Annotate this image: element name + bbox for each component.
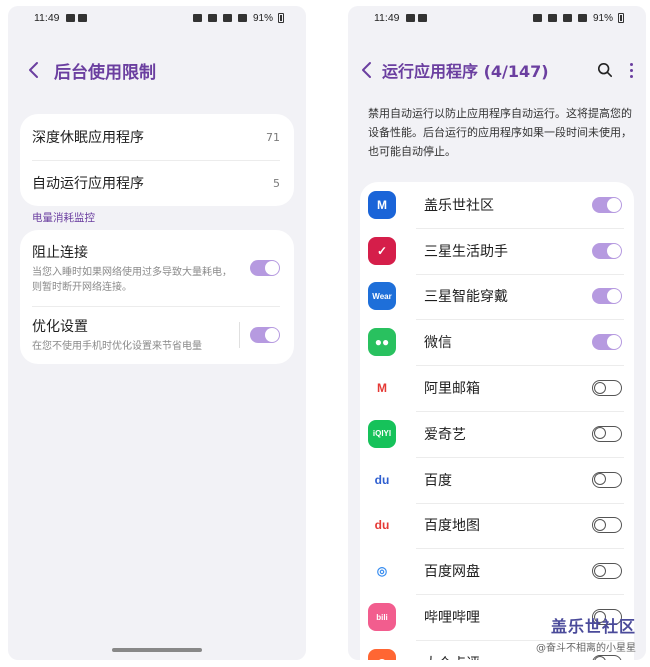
search-icon[interactable]	[596, 61, 614, 79]
alarm-icon	[547, 14, 557, 22]
galaxy-wearable-icon: Wear	[368, 282, 396, 311]
auto-run-toggle[interactable]	[592, 563, 622, 580]
bilibili-icon: bili	[368, 603, 396, 632]
baidu-netdisk-icon: ◎	[368, 557, 396, 586]
message-icon	[192, 14, 202, 22]
more-options-icon[interactable]	[624, 61, 638, 79]
app-row[interactable]: ✓ 三星生活助手	[360, 227, 634, 274]
app-row[interactable]: du 百度地图	[360, 502, 634, 549]
app-name: 百度网盘	[424, 564, 480, 581]
auto-run-toggle[interactable]	[592, 380, 622, 397]
auto-run-toggle[interactable]	[592, 654, 622, 660]
item-label: 阻止连接	[32, 244, 88, 261]
app-row[interactable]: Wear 三星智能穿戴	[360, 273, 634, 320]
app-name: 百度	[424, 472, 452, 489]
item-label: 优化设置	[32, 319, 88, 335]
image-notification-icon	[77, 14, 87, 22]
list-item-optimize-settings[interactable]: 优化设置 在您不使用手机时优化设置来节省电量	[20, 306, 294, 364]
auto-run-toggle[interactable]	[592, 425, 622, 442]
app-row[interactable]: M 盖乐世社区	[360, 182, 634, 228]
auto-run-toggle[interactable]	[592, 471, 622, 488]
watermark: 盖乐世社区 @奋斗不相离的小星星	[536, 613, 636, 654]
alarm-icon	[207, 14, 217, 22]
optimize-settings-toggle[interactable]	[250, 327, 280, 343]
app-name: 百度地图	[424, 518, 480, 535]
page-title: 运行应用程序 (4/147)	[382, 62, 549, 81]
battery-icon	[278, 13, 284, 23]
phone-right-screen: 11:49 91% 运行应用程序 (4/147) 禁用自动运行以防止应用程序自动…	[348, 6, 646, 660]
app-name: 三星生活助手	[424, 243, 508, 260]
app-category-card: 深度休眠应用程序 71 自动运行应用程序 5	[20, 114, 294, 206]
block-connection-toggle[interactable]	[250, 260, 280, 276]
galaxy-community-icon: M	[368, 190, 396, 219]
status-time: 11:49	[34, 12, 60, 24]
auto-run-toggle[interactable]	[592, 196, 622, 213]
back-arrow-icon[interactable]	[352, 50, 382, 90]
app-name: 爱奇艺	[424, 426, 466, 443]
page-title: 后台使用限制	[54, 62, 156, 83]
iqiyi-icon: iQIYI	[368, 419, 396, 448]
app-name: 阿里邮箱	[424, 381, 480, 398]
hotspot-icon	[562, 14, 572, 22]
message-icon	[532, 14, 542, 22]
baidu-map-icon: du	[368, 511, 396, 540]
image-notification-icon	[417, 14, 427, 22]
item-description: 当您入睡时如果网络使用过多导致大量耗电，则暂时断开网络连接。	[32, 266, 232, 293]
item-count: 71	[266, 130, 280, 144]
app-list: M 盖乐世社区 ✓ 三星生活助手 Wear 三星智能穿戴 ●● 微信 M 阿里邮箱 iQIYI 爱奇艺…	[360, 182, 634, 660]
back-arrow-icon[interactable]	[14, 50, 54, 90]
battery-percent: 91%	[592, 12, 613, 24]
app-name: 盖乐世社区	[424, 197, 494, 214]
watermark-subtitle: @奋斗不相离的小星星	[536, 643, 636, 654]
app-name: 微信	[424, 335, 452, 352]
item-description: 在您不使用手机时优化设置来节省电量	[32, 341, 202, 352]
battery-icon	[618, 13, 624, 23]
auto-run-toggle[interactable]	[592, 242, 622, 259]
home-indicator[interactable]	[112, 648, 202, 652]
status-bar: 11:49 91%	[8, 6, 306, 30]
item-count: 5	[273, 176, 280, 190]
phone-left-screen: 11:49 91% 后台使用限制 深度休眠应用程序 71 自动运行应用程序 5 …	[8, 6, 306, 660]
auto-run-toggle[interactable]	[592, 288, 622, 305]
status-time: 11:49	[374, 12, 400, 24]
header: 运行应用程序 (4/147)	[348, 50, 646, 90]
status-bar: 11:49 91%	[348, 6, 646, 30]
app-row[interactable]: M 阿里邮箱	[360, 365, 634, 411]
app-row[interactable]: iQIYI 爱奇艺	[360, 410, 634, 457]
notification-icon	[65, 14, 75, 22]
auto-run-toggle[interactable]	[592, 334, 622, 351]
signal-icon	[577, 14, 587, 22]
list-item-deep-sleep[interactable]: 深度休眠应用程序 71	[20, 114, 294, 160]
section-header: 电量消耗监控	[32, 212, 95, 224]
signal-icon	[237, 14, 247, 22]
battery-percent: 91%	[252, 12, 273, 24]
ali-mail-icon: M	[368, 374, 396, 403]
list-item-block-connection[interactable]: 阻止连接 当您入睡时如果网络使用过多导致大量耗电，则暂时断开网络连接。	[20, 230, 294, 306]
samsung-life-icon: ✓	[368, 236, 396, 265]
divider	[239, 322, 240, 348]
item-label: 深度休眠应用程序	[32, 130, 144, 146]
hotspot-icon	[222, 14, 232, 22]
app-row[interactable]: ●● 微信	[360, 319, 634, 365]
app-name: 三星智能穿戴	[424, 289, 508, 306]
power-monitor-card: 阻止连接 当您入睡时如果网络使用过多导致大量耗电，则暂时断开网络连接。 优化设置…	[20, 230, 294, 364]
watermark-title: 盖乐世社区	[550, 617, 636, 636]
dianping-icon: ◉	[368, 648, 396, 660]
description-text: 禁用自动运行以防止应用程序自动运行。这将提高您的设备性能。后台运行的应用程序如果…	[368, 107, 632, 158]
list-item-auto-run[interactable]: 自动运行应用程序 5	[20, 160, 294, 206]
item-label: 自动运行应用程序	[32, 176, 144, 192]
app-row[interactable]: du 百度	[360, 456, 634, 503]
wechat-icon: ●●	[368, 328, 396, 357]
auto-run-toggle[interactable]	[592, 517, 622, 534]
notification-icon	[405, 14, 415, 22]
header: 后台使用限制	[8, 50, 306, 90]
baidu-icon: du	[368, 465, 396, 494]
app-row[interactable]: ◎ 百度网盘	[360, 548, 634, 594]
